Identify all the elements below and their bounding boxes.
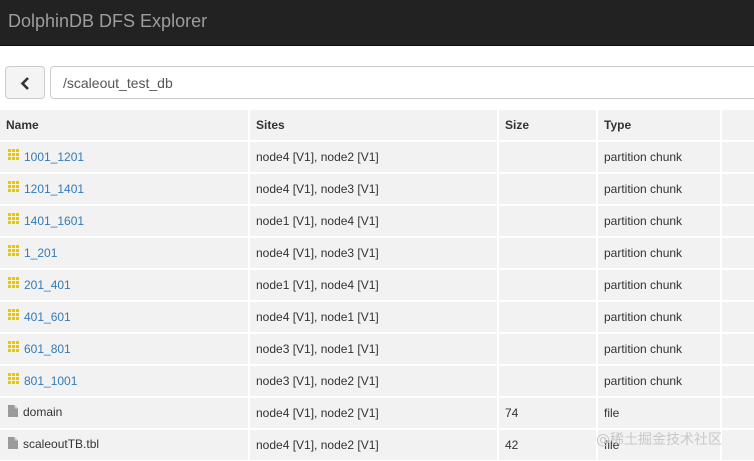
table-row[interactable]: 1401_1601 node1 [V1], node4 [V1] partition… bbox=[0, 206, 754, 238]
table-row[interactable]: 1201_1401 node4 [V1], node3 [V1] partition… bbox=[0, 174, 754, 206]
size-cell bbox=[499, 366, 596, 398]
partition-link[interactable]: 601_801 bbox=[24, 342, 71, 356]
extra-cell bbox=[722, 334, 754, 366]
type-cell: file bbox=[598, 430, 720, 461]
sites-cell: node4 [V1], node3 [V1] bbox=[250, 238, 497, 270]
table-body: 1001_1201 node4 [V1], node2 [V1] partition… bbox=[0, 142, 754, 461]
type-cell: partition chunk bbox=[598, 238, 720, 270]
name-cell[interactable]: 1_201 bbox=[0, 238, 248, 270]
table-row[interactable]: 1001_1201 node4 [V1], node2 [V1] partition… bbox=[0, 142, 754, 174]
name-cell[interactable]: 1201_1401 bbox=[0, 174, 248, 206]
name-cell[interactable]: domain bbox=[0, 398, 248, 430]
path-input[interactable] bbox=[50, 66, 754, 99]
name-cell[interactable]: 201_401 bbox=[0, 270, 248, 302]
partition-grid-icon bbox=[8, 245, 19, 259]
column-header-sites[interactable]: Sites bbox=[250, 110, 497, 142]
extra-cell bbox=[722, 270, 754, 302]
type-cell: partition chunk bbox=[598, 302, 720, 334]
column-header-size[interactable]: Size bbox=[499, 110, 596, 142]
extra-cell bbox=[722, 238, 754, 270]
size-cell bbox=[499, 302, 596, 334]
partition-grid-icon bbox=[8, 149, 19, 163]
column-header-type[interactable]: Type bbox=[598, 110, 720, 142]
size-cell: 74 bbox=[499, 398, 596, 430]
type-cell: partition chunk bbox=[598, 270, 720, 302]
sites-cell: node4 [V1], node2 [V1] bbox=[250, 142, 497, 174]
file-name[interactable]: scaleoutTB.tbl bbox=[23, 437, 99, 451]
file-name[interactable]: domain bbox=[23, 405, 62, 419]
partition-grid-icon bbox=[8, 277, 19, 291]
type-cell: partition chunk bbox=[598, 206, 720, 238]
extra-cell bbox=[722, 302, 754, 334]
partition-link[interactable]: 401_601 bbox=[24, 310, 71, 324]
sites-cell: node3 [V1], node1 [V1] bbox=[250, 334, 497, 366]
size-cell bbox=[499, 334, 596, 366]
sites-cell: node4 [V1], node2 [V1] bbox=[250, 430, 497, 461]
table-row[interactable]: 801_1001 node3 [V1], node2 [V1] partition … bbox=[0, 366, 754, 398]
table-row[interactable]: 201_401 node1 [V1], node4 [V1] partition c… bbox=[0, 270, 754, 302]
name-cell[interactable]: 1401_1601 bbox=[0, 206, 248, 238]
name-cell[interactable]: 401_601 bbox=[0, 302, 248, 334]
partition-link[interactable]: 801_1001 bbox=[24, 374, 77, 388]
name-cell[interactable]: 801_1001 bbox=[0, 366, 248, 398]
partition-grid-icon bbox=[8, 341, 19, 355]
table-header-row: Name Sites Size Type bbox=[0, 110, 754, 142]
sites-cell: node3 [V1], node2 [V1] bbox=[250, 366, 497, 398]
partition-grid-icon bbox=[8, 181, 19, 195]
name-cell[interactable]: scaleoutTB.tbl bbox=[0, 430, 248, 461]
file-table-container: Name Sites Size Type 1001_1201 node4 [V1]… bbox=[0, 110, 754, 461]
partition-grid-icon bbox=[8, 213, 19, 227]
sites-cell: node4 [V1], node3 [V1] bbox=[250, 174, 497, 206]
app-title[interactable]: DolphinDB DFS Explorer bbox=[8, 10, 207, 32]
table-row[interactable]: 401_601 node4 [V1], node1 [V1] partition c… bbox=[0, 302, 754, 334]
size-cell bbox=[499, 174, 596, 206]
extra-cell bbox=[722, 142, 754, 174]
extra-cell bbox=[722, 366, 754, 398]
name-cell[interactable]: 601_801 bbox=[0, 334, 248, 366]
file-icon bbox=[8, 436, 18, 452]
size-cell bbox=[499, 270, 596, 302]
type-cell: partition chunk bbox=[598, 174, 720, 206]
type-cell: file bbox=[598, 398, 720, 430]
file-table: Name Sites Size Type 1001_1201 node4 [V1]… bbox=[0, 110, 754, 461]
size-cell: 42 bbox=[499, 430, 596, 461]
table-row[interactable]: scaleoutTB.tbl node4 [V1], node2 [V1] 42 fi… bbox=[0, 430, 754, 461]
type-cell: partition chunk bbox=[598, 366, 720, 398]
sites-cell: node4 [V1], node2 [V1] bbox=[250, 398, 497, 430]
sites-cell: node1 [V1], node4 [V1] bbox=[250, 206, 497, 238]
partition-link[interactable]: 201_401 bbox=[24, 278, 71, 292]
type-cell: partition chunk bbox=[598, 142, 720, 174]
partition-link[interactable]: 1401_1601 bbox=[24, 214, 84, 228]
extra-cell bbox=[722, 206, 754, 238]
sites-cell: node4 [V1], node1 [V1] bbox=[250, 302, 497, 334]
partition-link[interactable]: 1_201 bbox=[24, 246, 57, 260]
extra-cell bbox=[722, 174, 754, 206]
name-cell[interactable]: 1001_1201 bbox=[0, 142, 248, 174]
table-row[interactable]: 601_801 node3 [V1], node1 [V1] partition c… bbox=[0, 334, 754, 366]
size-cell bbox=[499, 142, 596, 174]
navbar: DolphinDB DFS Explorer bbox=[0, 0, 754, 46]
extra-cell bbox=[722, 430, 754, 461]
partition-grid-icon bbox=[8, 373, 19, 387]
back-button[interactable] bbox=[5, 66, 45, 99]
column-header-extra bbox=[722, 110, 754, 142]
partition-link[interactable]: 1201_1401 bbox=[24, 182, 84, 196]
size-cell bbox=[499, 238, 596, 270]
chevron-left-icon bbox=[20, 77, 29, 90]
extra-cell bbox=[722, 398, 754, 430]
column-header-name[interactable]: Name bbox=[0, 110, 248, 142]
sites-cell: node1 [V1], node4 [V1] bbox=[250, 270, 497, 302]
file-icon bbox=[8, 404, 18, 420]
partition-link[interactable]: 1001_1201 bbox=[24, 150, 84, 164]
partition-grid-icon bbox=[8, 309, 19, 323]
type-cell: partition chunk bbox=[598, 334, 720, 366]
size-cell bbox=[499, 206, 596, 238]
table-row[interactable]: domain node4 [V1], node2 [V1] 74 file bbox=[0, 398, 754, 430]
table-row[interactable]: 1_201 node4 [V1], node3 [V1] partition chu… bbox=[0, 238, 754, 270]
